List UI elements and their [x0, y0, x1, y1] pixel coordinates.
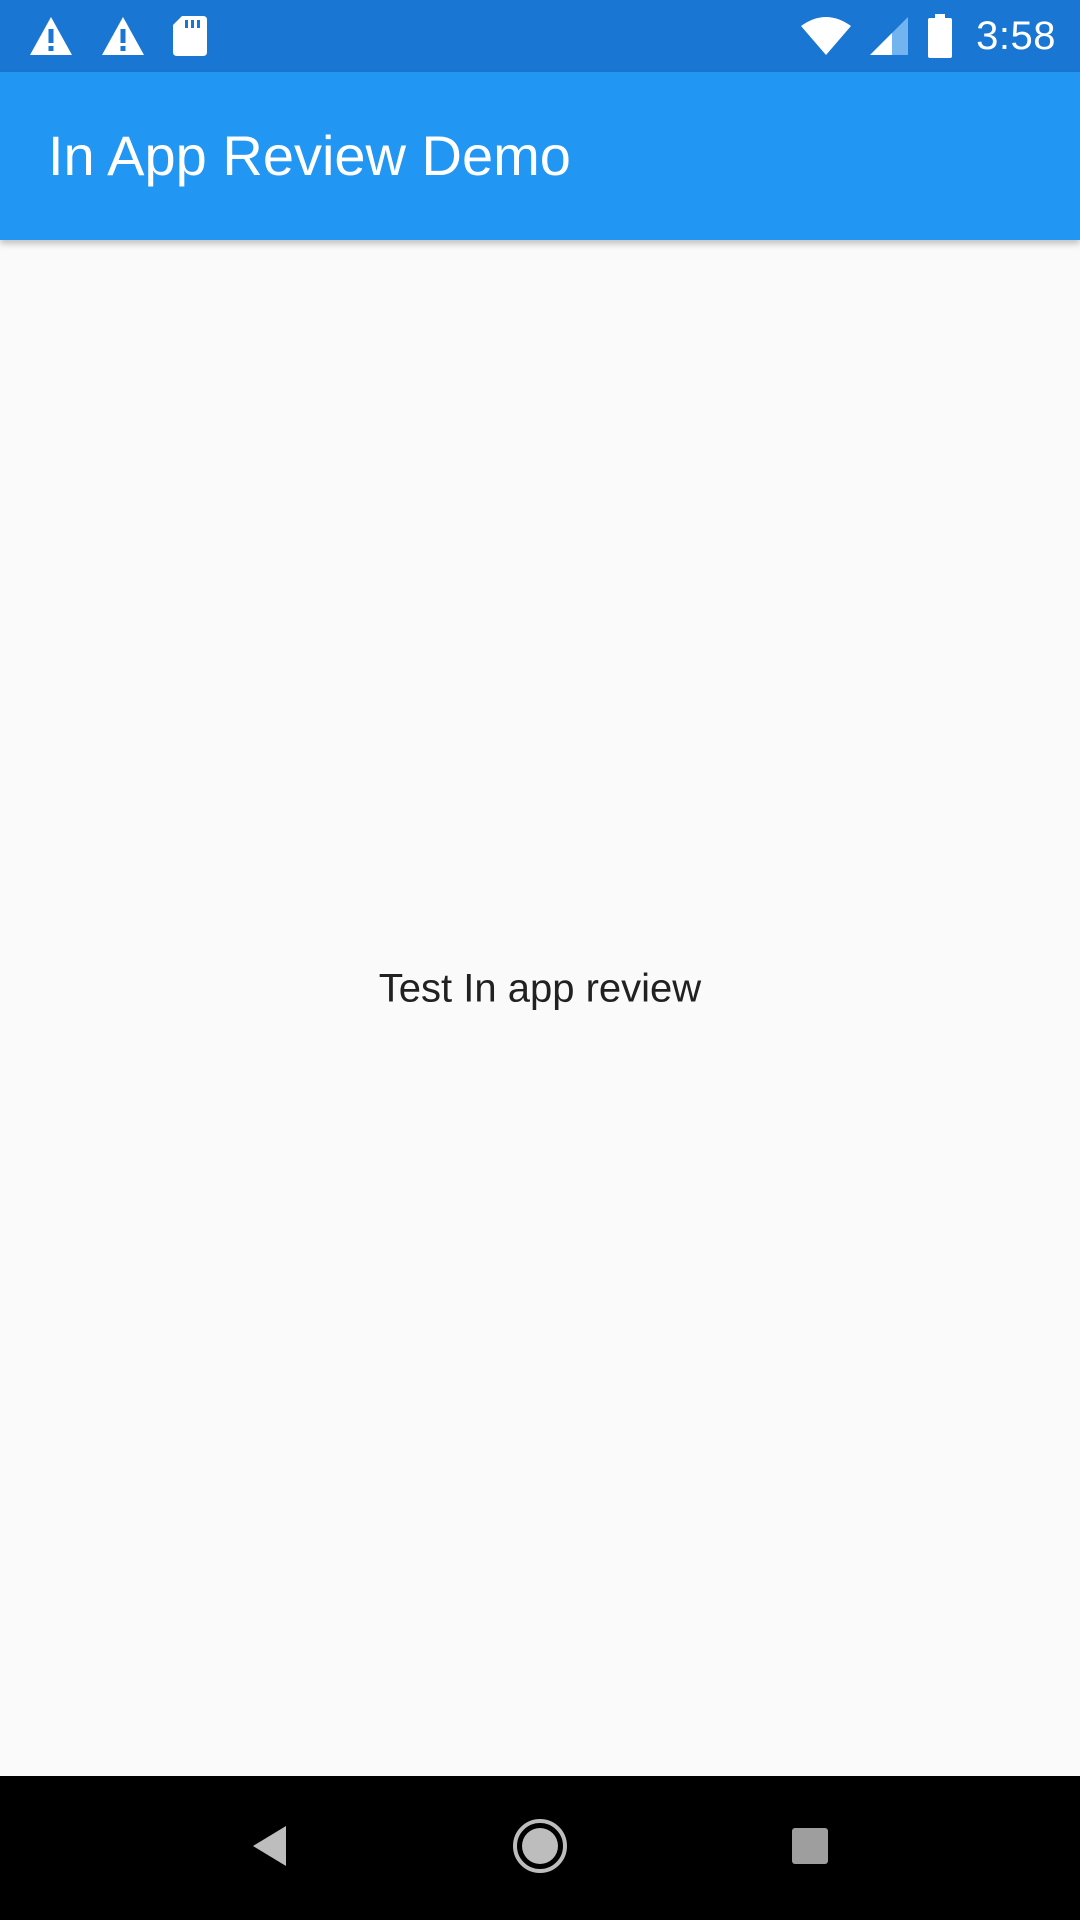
- recents-button[interactable]: [738, 1776, 882, 1920]
- home-button[interactable]: [468, 1776, 612, 1920]
- recents-icon: [790, 1826, 830, 1871]
- back-icon: [250, 1824, 290, 1873]
- back-button[interactable]: [198, 1776, 342, 1920]
- wifi-icon: [800, 16, 852, 56]
- warning-icon: [28, 15, 74, 57]
- status-time: 3:58: [976, 13, 1056, 58]
- screen: 3:58 In App Review Demo Test In app revi…: [0, 0, 1080, 1920]
- home-icon: [512, 1818, 568, 1879]
- battery-icon: [926, 13, 954, 59]
- main-content: Test In app review: [0, 240, 1080, 1776]
- cellular-signal-icon: [868, 15, 910, 57]
- app-bar: In App Review Demo: [0, 72, 1080, 240]
- test-in-app-review-button[interactable]: Test In app review: [339, 943, 741, 1036]
- page-title: In App Review Demo: [48, 124, 571, 187]
- sd-card-icon: [172, 15, 208, 57]
- status-bar: 3:58: [0, 0, 1080, 72]
- navigation-bar: [0, 1776, 1080, 1920]
- status-system: 3:58: [800, 12, 1056, 60]
- warning-icon: [100, 15, 146, 57]
- status-notifications: [28, 12, 208, 60]
